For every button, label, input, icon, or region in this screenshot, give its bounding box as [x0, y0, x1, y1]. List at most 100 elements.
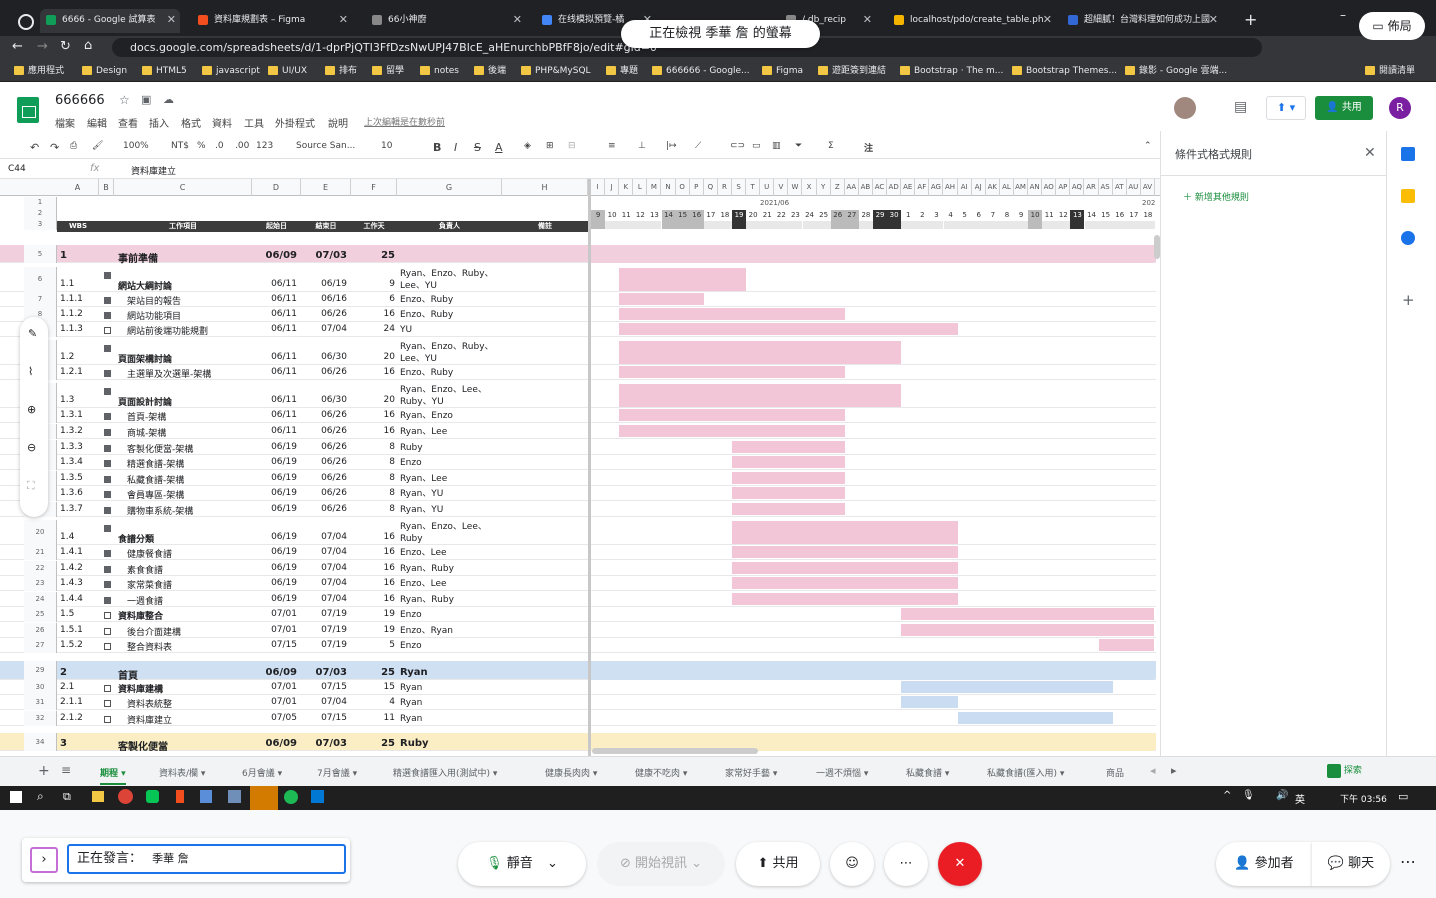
- task-name-cell[interactable]: 一週食譜: [127, 594, 163, 607]
- status-checkbox[interactable]: [104, 312, 111, 319]
- work-days-cell[interactable]: 8: [351, 457, 395, 467]
- work-days-cell[interactable]: 16: [351, 309, 395, 319]
- gantt-bar[interactable]: [901, 696, 958, 708]
- merge-icon[interactable]: ⊟: [568, 141, 576, 151]
- chrome-icon[interactable]: [118, 789, 133, 804]
- start-date-cell[interactable]: 06/19: [252, 594, 297, 604]
- bookmark-item[interactable]: notes: [420, 64, 459, 78]
- wbs-cell[interactable]: 2.1.1: [60, 697, 83, 707]
- row-number[interactable]: 26: [24, 623, 57, 638]
- end-date-cell[interactable]: 06/26: [301, 488, 347, 498]
- bookmark-item[interactable]: 錄影 - Google 雲端...: [1125, 64, 1227, 78]
- gantt-column-header[interactable]: X: [803, 179, 817, 196]
- gantt-bar[interactable]: [619, 308, 845, 320]
- work-days-cell[interactable]: 16: [351, 410, 395, 420]
- column-header[interactable]: C: [114, 179, 252, 196]
- owner-cell[interactable]: Enzo: [400, 609, 495, 621]
- gantt-column-header[interactable]: AS: [1099, 179, 1113, 196]
- row-number[interactable]: 21: [24, 545, 57, 560]
- owner-cell[interactable]: Ryan、Ruby: [400, 563, 495, 575]
- sheet-tab[interactable]: 7月會議 ▾: [317, 766, 357, 779]
- start-date-cell[interactable]: 06/11: [252, 426, 297, 436]
- gantt-column-header[interactable]: J: [605, 179, 620, 196]
- start-date-cell[interactable]: 06/19: [252, 473, 297, 483]
- wbs-cell[interactable]: 1.1: [60, 279, 74, 289]
- horizontal-scrollbar[interactable]: [592, 748, 758, 754]
- table-row[interactable]: 24 1.4.4 一週食譜 06/19 07/04 16 Ryan、Ruby: [0, 592, 1156, 607]
- gantt-bar[interactable]: [732, 562, 958, 574]
- table-row[interactable]: 29 2 首頁 06/09 07/03 25 Ryan: [0, 661, 1156, 682]
- column-header[interactable]: F: [351, 179, 397, 196]
- end-call-button[interactable]: ✕: [938, 842, 982, 886]
- reactions-button[interactable]: ☺: [830, 842, 874, 886]
- column-header[interactable]: E: [301, 179, 351, 196]
- gantt-bar[interactable]: [732, 577, 958, 589]
- row-number[interactable]: 27: [24, 638, 57, 653]
- gantt-bar[interactable]: [732, 441, 845, 453]
- owner-cell[interactable]: Ruby: [400, 738, 495, 750]
- sheet-tab[interactable]: 一週不煩惱 ▾: [816, 766, 868, 779]
- gantt-bar[interactable]: [619, 366, 845, 378]
- formula-input[interactable]: 資料庫建立: [131, 164, 176, 177]
- bookmark-item[interactable]: Bootstrap · The m...: [900, 64, 1003, 78]
- gantt-bar[interactable]: [732, 456, 845, 468]
- document-title[interactable]: 666666: [55, 93, 105, 108]
- gantt-column-header[interactable]: M: [647, 179, 662, 196]
- task-name-cell[interactable]: 購物車系統-架構: [127, 504, 193, 517]
- table-row[interactable]: 121.3頁面設計討論06/1106/3020Ryan、Enzo、Lee、Rub…: [0, 383, 1156, 408]
- bookmark-item[interactable]: 後端: [474, 64, 506, 78]
- table-row[interactable]: 21 1.4.1 健康餐食譜 06/19 07/04 16 Enzo、Lee: [0, 545, 1156, 560]
- table-row[interactable]: 5 1 事前準備 06/09 07/03 25: [0, 245, 1156, 265]
- gantt-bar[interactable]: [732, 546, 958, 558]
- gantt-column-header[interactable]: AK: [986, 179, 1000, 196]
- table-row[interactable]: 34 3 客製化便當 06/09 07/03 25 Ruby: [0, 733, 1156, 753]
- gantt-column-header[interactable]: AE: [901, 179, 916, 196]
- italic-button[interactable]: I: [454, 141, 457, 154]
- volume-icon[interactable]: 🔊: [1276, 790, 1288, 801]
- table-row[interactable]: 101.2頁面架構討論06/1106/3020Ryan、Enzo、Ruby、Le…: [0, 340, 1156, 365]
- gantt-column-header[interactable]: L: [633, 179, 648, 196]
- task-name-cell[interactable]: 素食食譜: [127, 563, 163, 576]
- work-days-cell[interactable]: 25: [351, 667, 395, 678]
- calendar-icon[interactable]: [1401, 147, 1415, 161]
- gantt-column-header[interactable]: AI: [958, 179, 972, 196]
- owner-cell[interactable]: Ryan、Ruby: [400, 594, 495, 606]
- scroll-tabs-left-icon[interactable]: ◂: [1150, 764, 1156, 777]
- table-row[interactable]: 22 1.4.2 素食食譜 06/19 07/04 16 Ryan、Ruby: [0, 561, 1156, 576]
- bookmark-item[interactable]: HTML5: [142, 64, 187, 78]
- owner-cell[interactable]: Ryan: [400, 667, 495, 679]
- menu-item[interactable]: 說明: [328, 115, 348, 130]
- work-days-cell[interactable]: 5: [351, 640, 395, 650]
- menu-item[interactable]: 編輯: [87, 115, 107, 130]
- end-date-cell[interactable]: 06/26: [301, 309, 347, 319]
- end-date-cell[interactable]: 06/26: [301, 442, 347, 452]
- gantt-bar[interactable]: [732, 472, 845, 484]
- bookmark-item[interactable]: 留學: [372, 64, 404, 78]
- pen-icon[interactable]: ✎: [28, 327, 37, 340]
- work-days-cell[interactable]: 16: [351, 426, 395, 436]
- browser-tab[interactable]: 資料庫規劃表 – Figma ✕: [192, 9, 352, 33]
- filter-icon[interactable]: ⏷: [795, 141, 802, 151]
- table-row[interactable]: 141.3.2商城-架構06/1106/2616Ryan、Lee: [0, 424, 1156, 439]
- line-active-icon[interactable]: [250, 786, 278, 810]
- scroll-tabs-right-icon[interactable]: ▸: [1171, 764, 1177, 777]
- status-checkbox[interactable]: [104, 700, 111, 707]
- comments-icon[interactable]: ▤: [1234, 99, 1247, 115]
- start-date-cell[interactable]: 06/19: [252, 457, 297, 467]
- column-header[interactable]: A: [57, 179, 99, 196]
- paint-format-icon[interactable]: 🖌: [92, 141, 103, 151]
- link-icon[interactable]: ⊂⊃: [730, 141, 745, 151]
- gantt-bar[interactable]: [1098, 639, 1154, 651]
- end-date-cell[interactable]: 07/19: [301, 625, 347, 635]
- task-name-cell[interactable]: 頁面架構討論: [118, 352, 172, 365]
- task-name-cell[interactable]: 精選食譜-架構: [127, 457, 184, 470]
- work-days-cell[interactable]: 9: [351, 279, 395, 289]
- owner-cell[interactable]: Ryan、Enzo: [400, 410, 495, 422]
- start-date-cell[interactable]: 06/11: [252, 324, 297, 334]
- owner-cell[interactable]: Ryan、Lee: [400, 473, 495, 485]
- owner-cell[interactable]: Ryan: [400, 713, 495, 725]
- bookmark-item[interactable]: UI/UX: [268, 64, 307, 78]
- status-checkbox[interactable]: [104, 550, 111, 557]
- status-checkbox[interactable]: [104, 327, 111, 334]
- meeting-more-icon[interactable]: ⋯: [1400, 852, 1416, 871]
